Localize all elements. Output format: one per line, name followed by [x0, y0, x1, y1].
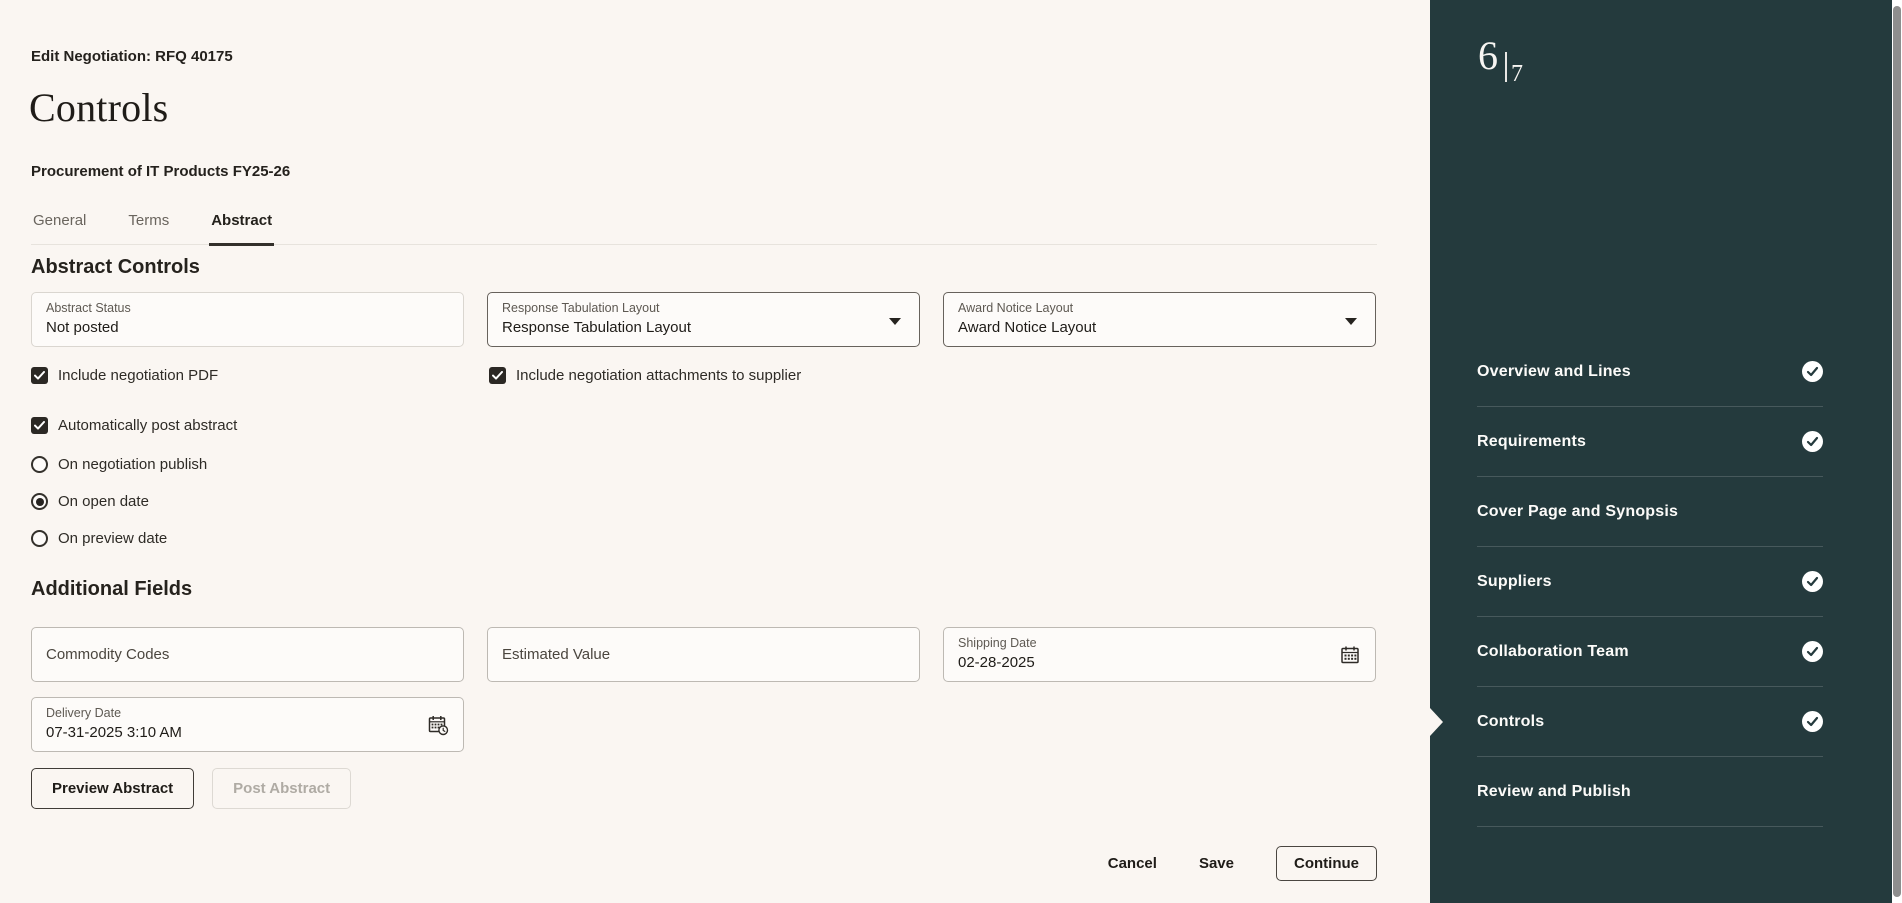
- shipping-date-value: 02-28-2025: [958, 653, 1035, 671]
- save-button[interactable]: Save: [1199, 855, 1234, 872]
- step-label: Cover Page and Synopsis: [1477, 502, 1679, 520]
- radio-unselected-icon: [31, 530, 48, 547]
- sidebar-step-item[interactable]: Overview and Lines: [1477, 337, 1823, 407]
- sidebar-step-item[interactable]: Review and Publish: [1477, 757, 1823, 827]
- continue-button[interactable]: Continue: [1276, 845, 1377, 881]
- step-label: Collaboration Team: [1477, 642, 1629, 660]
- radio-selected-icon: [31, 493, 48, 510]
- checkbox-label: Include negotiation PDF: [58, 367, 219, 384]
- include-negotiation-pdf-checkbox[interactable]: Include negotiation PDF: [31, 367, 464, 384]
- step-label: Suppliers: [1477, 572, 1552, 590]
- tab-abstract[interactable]: Abstract: [209, 212, 275, 246]
- footer-actions: Cancel Save Continue: [1108, 845, 1377, 881]
- app-window: Edit Negotiation: RFQ 40175 Controls Pro…: [0, 0, 1902, 903]
- shipping-date-field[interactable]: Shipping Date 02-28-2025: [943, 627, 1376, 682]
- cancel-button[interactable]: Cancel: [1108, 855, 1157, 872]
- checkbox-checked-icon: [489, 367, 506, 384]
- sidebar-step-item[interactable]: Collaboration Team: [1477, 617, 1823, 687]
- delivery-date-label: Delivery Date: [46, 706, 122, 720]
- step-label: Controls: [1477, 712, 1545, 730]
- additional-fields-heading: Additional Fields: [31, 578, 193, 600]
- radio-label: On preview date: [58, 530, 168, 547]
- delivery-date-value: 07-31-2025 3:10 AM: [46, 723, 182, 741]
- sidebar-step-item[interactable]: Cover Page and Synopsis: [1477, 477, 1823, 547]
- tab-general[interactable]: General: [31, 212, 88, 246]
- automatically-post-abstract-checkbox[interactable]: Automatically post abstract: [31, 417, 464, 434]
- checkbox-row-1: Include negotiation PDF Include negotiat…: [31, 367, 922, 384]
- breadcrumb: Edit Negotiation: RFQ 40175: [31, 48, 233, 65]
- award-notice-layout-value: Award Notice Layout: [958, 318, 1097, 336]
- calendar-icon[interactable]: [1339, 644, 1361, 666]
- commodity-codes-field[interactable]: Commodity Codes: [31, 627, 464, 682]
- delivery-field-row: Delivery Date 07-31-2025 3:10 AM: [31, 697, 1376, 752]
- sidebar-step-item[interactable]: Requirements: [1477, 407, 1823, 477]
- checkbox-label: Include negotiation attachments to suppl…: [516, 367, 802, 384]
- radio-on-open-date[interactable]: On open date: [31, 493, 149, 510]
- abstract-controls-heading: Abstract Controls: [31, 256, 200, 278]
- scrollbar-thumb[interactable]: [1893, 6, 1901, 897]
- progress-separator: [1505, 52, 1507, 83]
- checkbox-label: Automatically post abstract: [58, 417, 238, 434]
- radio-label: On negotiation publish: [58, 456, 208, 473]
- response-tabulation-layout-label: Response Tabulation Layout: [502, 301, 660, 315]
- radio-unselected-icon: [31, 456, 48, 473]
- estimated-value-placeholder: Estimated Value: [502, 646, 611, 663]
- response-tabulation-layout-value: Response Tabulation Layout: [502, 318, 692, 336]
- total-step-number: 7: [1511, 61, 1523, 87]
- abstract-status-value: Not posted: [46, 318, 119, 336]
- active-step-arrow: [1430, 708, 1443, 736]
- step-completed-icon: [1802, 711, 1823, 732]
- scrollbar-track[interactable]: [1892, 0, 1902, 903]
- response-tabulation-layout-select[interactable]: Response Tabulation Layout Response Tabu…: [487, 292, 920, 347]
- preview-abstract-button[interactable]: Preview Abstract: [31, 768, 195, 809]
- chevron-down-icon: [889, 317, 901, 325]
- estimated-value-field[interactable]: Estimated Value: [487, 627, 920, 682]
- radio-on-preview-date[interactable]: On preview date: [31, 530, 167, 547]
- include-negotiation-attachments-checkbox[interactable]: Include negotiation attachments to suppl…: [489, 367, 922, 384]
- delivery-date-field[interactable]: Delivery Date 07-31-2025 3:10 AM: [31, 697, 464, 752]
- tab-bar: General Terms Abstract: [31, 212, 1377, 246]
- post-abstract-button[interactable]: Post Abstract: [212, 768, 352, 809]
- step-completed-icon: [1802, 641, 1823, 662]
- page-subtitle: Procurement of IT Products FY25-26: [31, 163, 291, 180]
- step-label: Requirements: [1477, 432, 1587, 450]
- progress-train-sidebar: 67 Overview and Lines Requirements Cover…: [1430, 0, 1902, 903]
- step-label: Review and Publish: [1477, 782, 1631, 800]
- abstract-status-field[interactable]: Abstract Status Not posted: [31, 292, 464, 347]
- checkbox-checked-icon: [31, 367, 48, 384]
- main-content: Edit Negotiation: RFQ 40175 Controls Pro…: [0, 0, 1430, 903]
- award-notice-layout-label: Award Notice Layout: [958, 301, 1074, 315]
- commodity-codes-placeholder: Commodity Codes: [46, 646, 170, 663]
- additional-fields-row: Commodity Codes Estimated Value Shipping…: [31, 627, 1376, 682]
- tab-terms[interactable]: Terms: [126, 212, 171, 246]
- sidebar-step-item[interactable]: Suppliers: [1477, 547, 1823, 617]
- step-completed-icon: [1802, 431, 1823, 452]
- sidebar-step-item-active[interactable]: Controls: [1477, 687, 1823, 757]
- abstract-action-buttons: Preview Abstract Post Abstract: [31, 768, 352, 809]
- current-step-number: 6: [1478, 33, 1498, 78]
- calendar-clock-icon[interactable]: [427, 714, 449, 736]
- step-progress-indicator: 67: [1478, 33, 1523, 88]
- page-title: Controls: [29, 85, 169, 130]
- abstract-controls-field-row: Abstract Status Not posted Response Tabu…: [31, 292, 1376, 347]
- sidebar-steps: Overview and Lines Requirements Cover Pa…: [1477, 337, 1823, 827]
- radio-label: On open date: [58, 493, 149, 510]
- shipping-date-label: Shipping Date: [958, 636, 1037, 650]
- checkbox-row-2: Automatically post abstract: [31, 417, 922, 434]
- step-label: Overview and Lines: [1477, 362, 1631, 380]
- step-completed-icon: [1802, 361, 1823, 382]
- step-completed-icon: [1802, 571, 1823, 592]
- radio-on-negotiation-publish[interactable]: On negotiation publish: [31, 456, 207, 473]
- checkbox-checked-icon: [31, 417, 48, 434]
- abstract-status-label: Abstract Status: [46, 301, 131, 315]
- award-notice-layout-select[interactable]: Award Notice Layout Award Notice Layout: [943, 292, 1376, 347]
- chevron-down-icon: [1345, 317, 1357, 325]
